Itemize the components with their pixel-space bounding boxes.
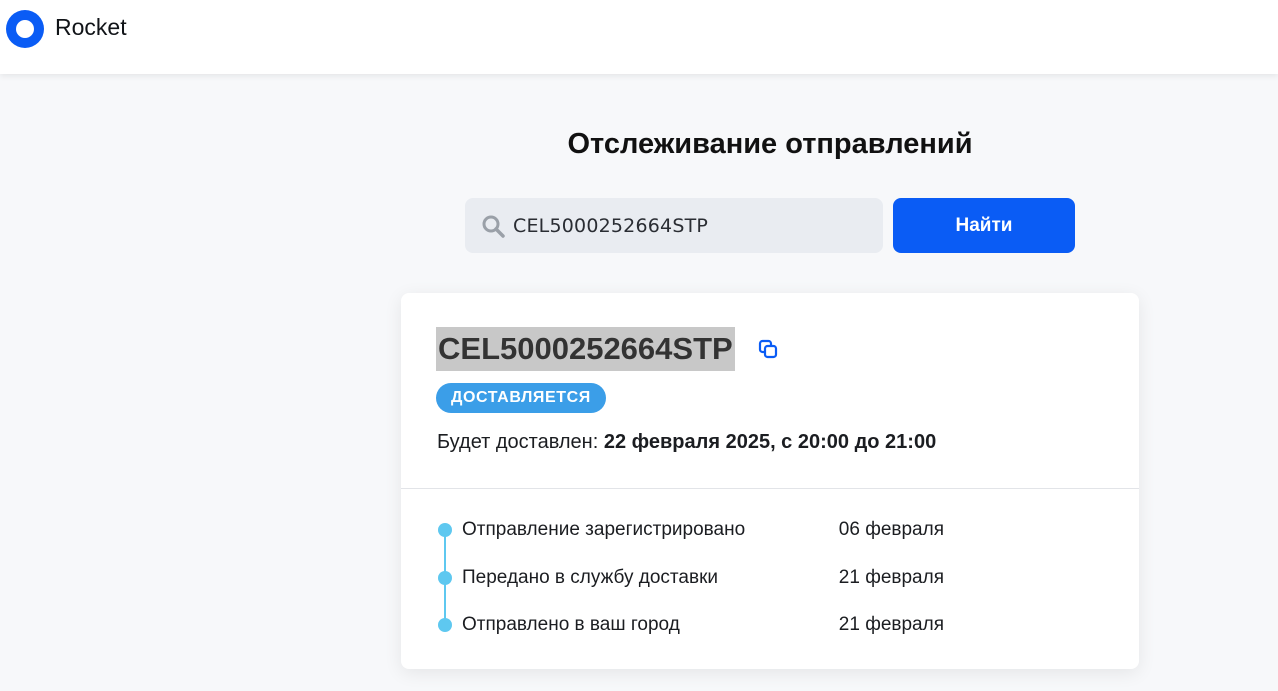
event-date: 06 февраля [838,519,944,540]
event-label: Передано в службу доставки [462,567,718,588]
delivery-date: 22 февраля 2025, с 20:00 до 21:00 [603,431,937,453]
delivery-estimate: Будет доставлен: 22 февраля 2025, с 20:0… [437,431,936,454]
shipment-card: CEL5000252664STP ДОСТАВЛЯЕТСЯ Будет дост… [401,293,1139,669]
page-title: Отслеживание отправлений [567,128,973,160]
timeline-dot-icon [438,618,452,632]
search-icon [482,215,505,238]
find-button[interactable]: Найти [893,198,1075,253]
brand-name[interactable]: Rocket [55,14,127,41]
search-input-value[interactable]: CEL5000252664STP [513,215,708,237]
event-date: 21 февраля [838,567,944,588]
status-badge: ДОСТАВЛЯЕТСЯ [436,383,606,413]
event-label: Отправление зарегистрировано [462,519,746,540]
timeline-dot-icon [438,571,452,585]
timeline-event: Передано в службу доставки 21 февраля [401,563,1139,593]
top-header: Rocket [0,0,1278,74]
event-label: Отправлено в ваш город [462,614,680,635]
timeline-dot-icon [438,523,452,537]
copy-icon[interactable] [758,339,778,359]
timeline-event: Отправление зарегистрировано 06 февраля [401,515,1139,545]
event-date: 21 февраля [838,614,944,635]
delivery-label: Будет доставлен: [437,431,599,453]
rocket-logo-icon[interactable] [6,10,44,48]
search-input[interactable]: CEL5000252664STP [465,198,883,253]
divider [401,488,1139,489]
timeline-event: Отправлено в ваш город 21 февраля [401,610,1139,640]
tracking-number[interactable]: CEL5000252664STP [436,327,735,371]
